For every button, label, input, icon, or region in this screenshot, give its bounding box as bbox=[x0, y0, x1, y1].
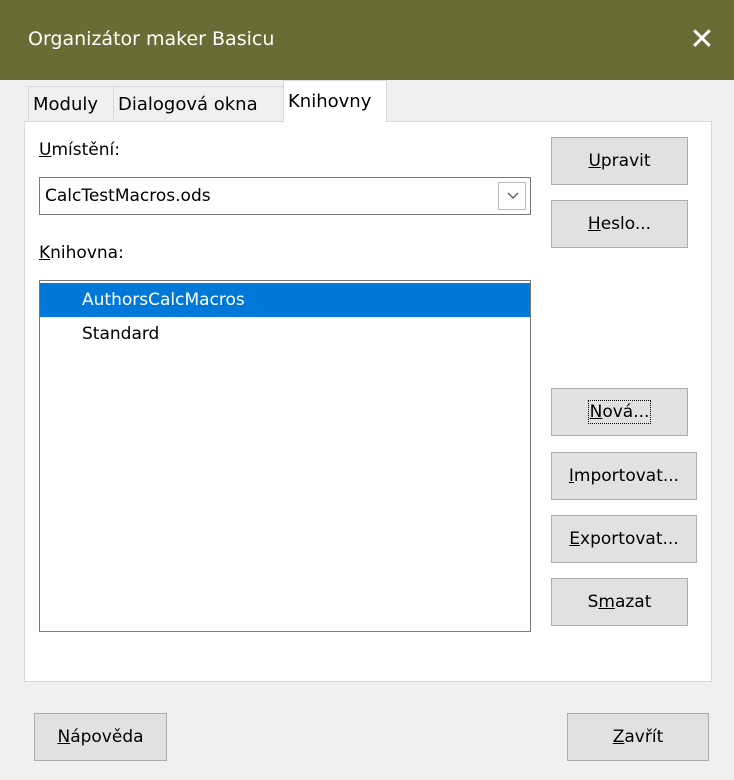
new-button[interactable]: Nová... bbox=[551, 388, 688, 436]
close-button[interactable]: Zavřít bbox=[567, 713, 709, 761]
location-label: Umístění: bbox=[39, 140, 120, 160]
library-label: Knihovna: bbox=[39, 243, 124, 263]
password-button[interactable]: Heslo... bbox=[551, 200, 688, 248]
list-item[interactable]: AuthorsCalcMacros bbox=[40, 283, 530, 317]
chevron-down-icon bbox=[507, 192, 519, 199]
basic-macro-organizer-dialog: Organizátor maker Basicu ✕ Moduly Dialog… bbox=[0, 0, 734, 780]
close-icon[interactable]: ✕ bbox=[670, 0, 734, 80]
title-bar: Organizátor maker Basicu ✕ bbox=[0, 0, 734, 80]
edit-button[interactable]: Upravit bbox=[551, 137, 688, 185]
libraries-panel: Umístění: CalcTestMacros.ods Knihovna: A… bbox=[24, 121, 712, 682]
delete-button[interactable]: Smazat bbox=[551, 578, 688, 626]
library-listbox[interactable]: AuthorsCalcMacros Standard bbox=[39, 280, 531, 632]
help-button[interactable]: Nápověda bbox=[34, 713, 167, 761]
tab-modules[interactable]: Moduly bbox=[28, 86, 114, 122]
import-button[interactable]: Importovat... bbox=[551, 452, 697, 500]
location-value: CalcTestMacros.ods bbox=[45, 186, 211, 206]
location-combobox[interactable]: CalcTestMacros.ods bbox=[39, 177, 531, 215]
list-item[interactable]: Standard bbox=[40, 317, 530, 351]
dropdown-button[interactable] bbox=[498, 182, 526, 210]
export-button[interactable]: Exportovat... bbox=[551, 515, 697, 563]
tab-libraries[interactable]: Knihovny bbox=[283, 80, 387, 122]
tab-dialogs[interactable]: Dialogová okna bbox=[113, 86, 284, 122]
window-title: Organizátor maker Basicu bbox=[28, 28, 275, 50]
